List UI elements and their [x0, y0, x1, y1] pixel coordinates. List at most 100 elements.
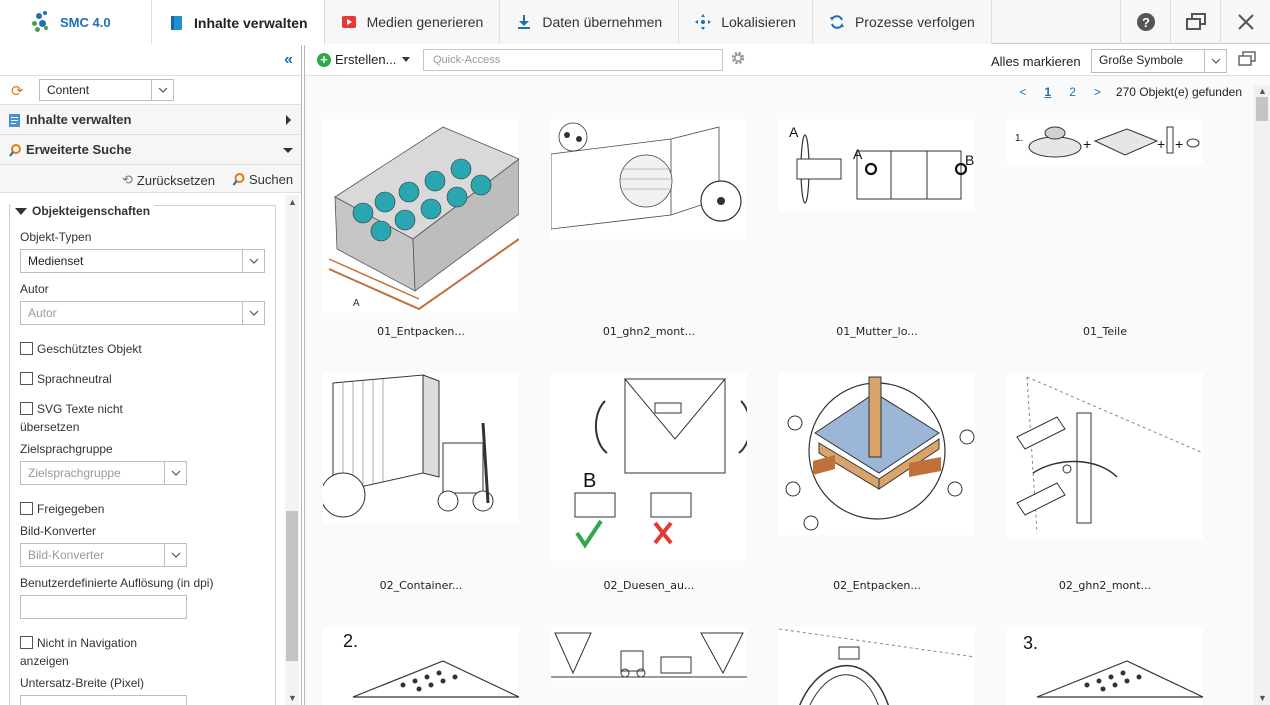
scrollbar-thumb[interactable] — [1256, 97, 1268, 121]
checkbox-label: Freigegeben — [37, 502, 105, 516]
thumb-label: 1. — [1015, 133, 1023, 144]
subset-width-label: Untersatz-Breite (Pixel) — [20, 676, 145, 690]
scroll-up-icon[interactable]: ▲ — [288, 197, 297, 207]
tab-label: Inhalte verwalten — [194, 14, 308, 31]
svg-text:?: ? — [1142, 15, 1150, 30]
help-button[interactable]: ? — [1120, 0, 1170, 44]
thumbnail-image — [779, 627, 975, 705]
scroll-down-icon[interactable]: ▼ — [1258, 693, 1267, 703]
resolution-input[interactable] — [20, 595, 187, 619]
media-item[interactable]: 02_Entpacken... — [779, 373, 975, 592]
play-icon — [341, 14, 357, 30]
tab-medien-generieren[interactable]: Medien generieren — [324, 0, 501, 44]
scrollbar-thumb[interactable] — [286, 511, 298, 661]
gear-icon[interactable] — [730, 50, 746, 66]
thumbnail-image: B — [551, 373, 747, 561]
top-navigation-bar: SMC 4.0 Inhalte verwalten Medien generie… — [0, 0, 1270, 45]
create-label: Erstellen... — [335, 52, 397, 67]
view-mode-value: Große Symbole — [1099, 53, 1184, 67]
media-item-caption: 01_ghn2_mont... — [602, 325, 696, 338]
subset-width-input[interactable] — [20, 695, 187, 705]
media-item-caption: 02_Entpacken... — [833, 579, 921, 592]
create-button[interactable]: + Erstellen... — [317, 52, 411, 67]
media-item[interactable]: 2. — [323, 627, 519, 705]
author-select[interactable]: Autor — [20, 301, 265, 325]
media-item[interactable]: 01_ghn2_mont... — [551, 119, 747, 338]
section-erweiterte-suche[interactable]: Erweiterte Suche — [0, 135, 301, 165]
checkbox-box — [20, 636, 33, 649]
thumb-label: A — [353, 298, 360, 309]
download-icon — [516, 14, 532, 30]
svg-no-translate-checkbox[interactable]: SVG Texte nicht übersetzen — [20, 400, 265, 436]
refresh-icon[interactable]: ⟳ — [11, 82, 24, 100]
quick-access-placeholder: Quick-Access — [433, 54, 501, 66]
search-icon — [9, 144, 21, 157]
sidebar-scrollbar[interactable]: ▲ ▼ — [285, 195, 299, 705]
restore-panel-icon[interactable] — [1238, 51, 1256, 67]
close-button[interactable] — [1220, 0, 1270, 44]
help-icon: ? — [1136, 13, 1155, 31]
language-neutral-checkbox[interactable]: Sprachneutral — [20, 370, 265, 388]
media-item[interactable]: A 01_Entpacken... — [323, 119, 519, 338]
quick-access-input[interactable]: Quick-Access — [423, 49, 723, 71]
tab-lokalisieren[interactable]: Lokalisieren — [679, 0, 813, 44]
properties-group-toggle[interactable]: Objekteigenschaften — [11, 204, 155, 218]
content-select[interactable]: Content — [39, 79, 174, 101]
chevron-right-icon — [286, 115, 291, 125]
checkbox-box — [20, 342, 33, 355]
next-page-button[interactable]: > — [1094, 85, 1101, 99]
page-2-link[interactable]: 2 — [1069, 85, 1076, 99]
media-item[interactable]: 3. — [1007, 627, 1203, 705]
media-item[interactable] — [551, 627, 747, 681]
plus-icon: + — [317, 52, 331, 67]
chevron-down-icon — [15, 207, 27, 215]
section-inhalte-verwalten[interactable]: Inhalte verwalten — [0, 105, 301, 135]
tab-label: Medien generieren — [366, 14, 484, 30]
chevron-down-icon — [242, 302, 264, 324]
search-sidebar: « ⟳ Content Inhalte verwalten Erweiterte… — [0, 45, 302, 705]
media-item[interactable] — [779, 627, 975, 705]
author-placeholder: Autor — [28, 306, 57, 320]
media-item-caption: 01_Entpacken... — [377, 325, 465, 338]
released-checkbox[interactable]: Freigegeben — [20, 500, 265, 518]
restore-window-button[interactable] — [1170, 0, 1220, 44]
target-language-select[interactable]: Zielsprachgruppe — [20, 461, 187, 485]
media-item[interactable]: 1. + + + 01_Teile — [1007, 119, 1203, 338]
media-item-caption: 02_ghn2_mont... — [1058, 579, 1152, 592]
media-item-caption: 01_Teile — [1083, 325, 1127, 338]
media-item[interactable]: 02_ghn2_mont... — [1007, 373, 1203, 592]
tab-daten-uebernehmen[interactable]: Daten übernehmen — [500, 0, 680, 44]
thumbnail-image: 1. + + + — [1007, 119, 1203, 165]
prev-page-button[interactable]: < — [1020, 85, 1027, 99]
content-select-value: Content — [47, 83, 90, 97]
reset-button[interactable]: ⟲ Zurücksetzen — [122, 172, 215, 188]
collapse-sidebar-icon[interactable]: « — [284, 51, 293, 69]
tab-label: Lokalisieren — [721, 14, 796, 30]
object-types-select[interactable]: Medienset — [20, 249, 265, 273]
mark-all-link[interactable]: Alles markieren — [991, 54, 1081, 69]
media-item[interactable]: 02_Container... — [323, 373, 519, 592]
chevron-down-icon — [164, 462, 186, 484]
scroll-up-icon[interactable]: ▲ — [1258, 86, 1267, 96]
grid-scrollbar[interactable]: ▲ ▼ — [1254, 85, 1270, 705]
view-mode-select[interactable]: Große Symbole — [1091, 49, 1227, 73]
media-item[interactable]: B 02_Duesen_au... — [551, 373, 747, 592]
tab-inhalte-verwalten[interactable]: Inhalte verwalten — [152, 0, 325, 45]
content-selector-row: ⟳ Content — [0, 75, 301, 105]
section-label: Inhalte verwalten — [26, 112, 132, 127]
not-in-navigation-checkbox[interactable]: Nicht in Navigation anzeigen — [20, 634, 265, 670]
media-item[interactable]: A A B 01_Mutter_lo... — [779, 119, 975, 338]
protected-object-checkbox[interactable]: Geschütztes Objekt — [20, 340, 265, 358]
tab-prozesse-verfolgen[interactable]: Prozesse verfolgen — [812, 0, 992, 44]
content-browser: + Erstellen... Quick-Access Alles markie… — [304, 45, 1270, 705]
author-label: Autor — [20, 282, 49, 296]
image-converter-select[interactable]: Bild-Konverter — [20, 543, 187, 567]
page-1-link[interactable]: 1 — [1045, 85, 1052, 99]
thumbnail-image: A — [323, 119, 519, 313]
chevron-down-icon — [164, 544, 186, 566]
book-icon — [168, 15, 184, 31]
search-button[interactable]: Suchen — [232, 172, 293, 187]
window-controls: ? — [1120, 0, 1270, 44]
app-logo[interactable]: SMC 4.0 — [0, 0, 152, 44]
scroll-down-icon[interactable]: ▼ — [288, 693, 297, 703]
